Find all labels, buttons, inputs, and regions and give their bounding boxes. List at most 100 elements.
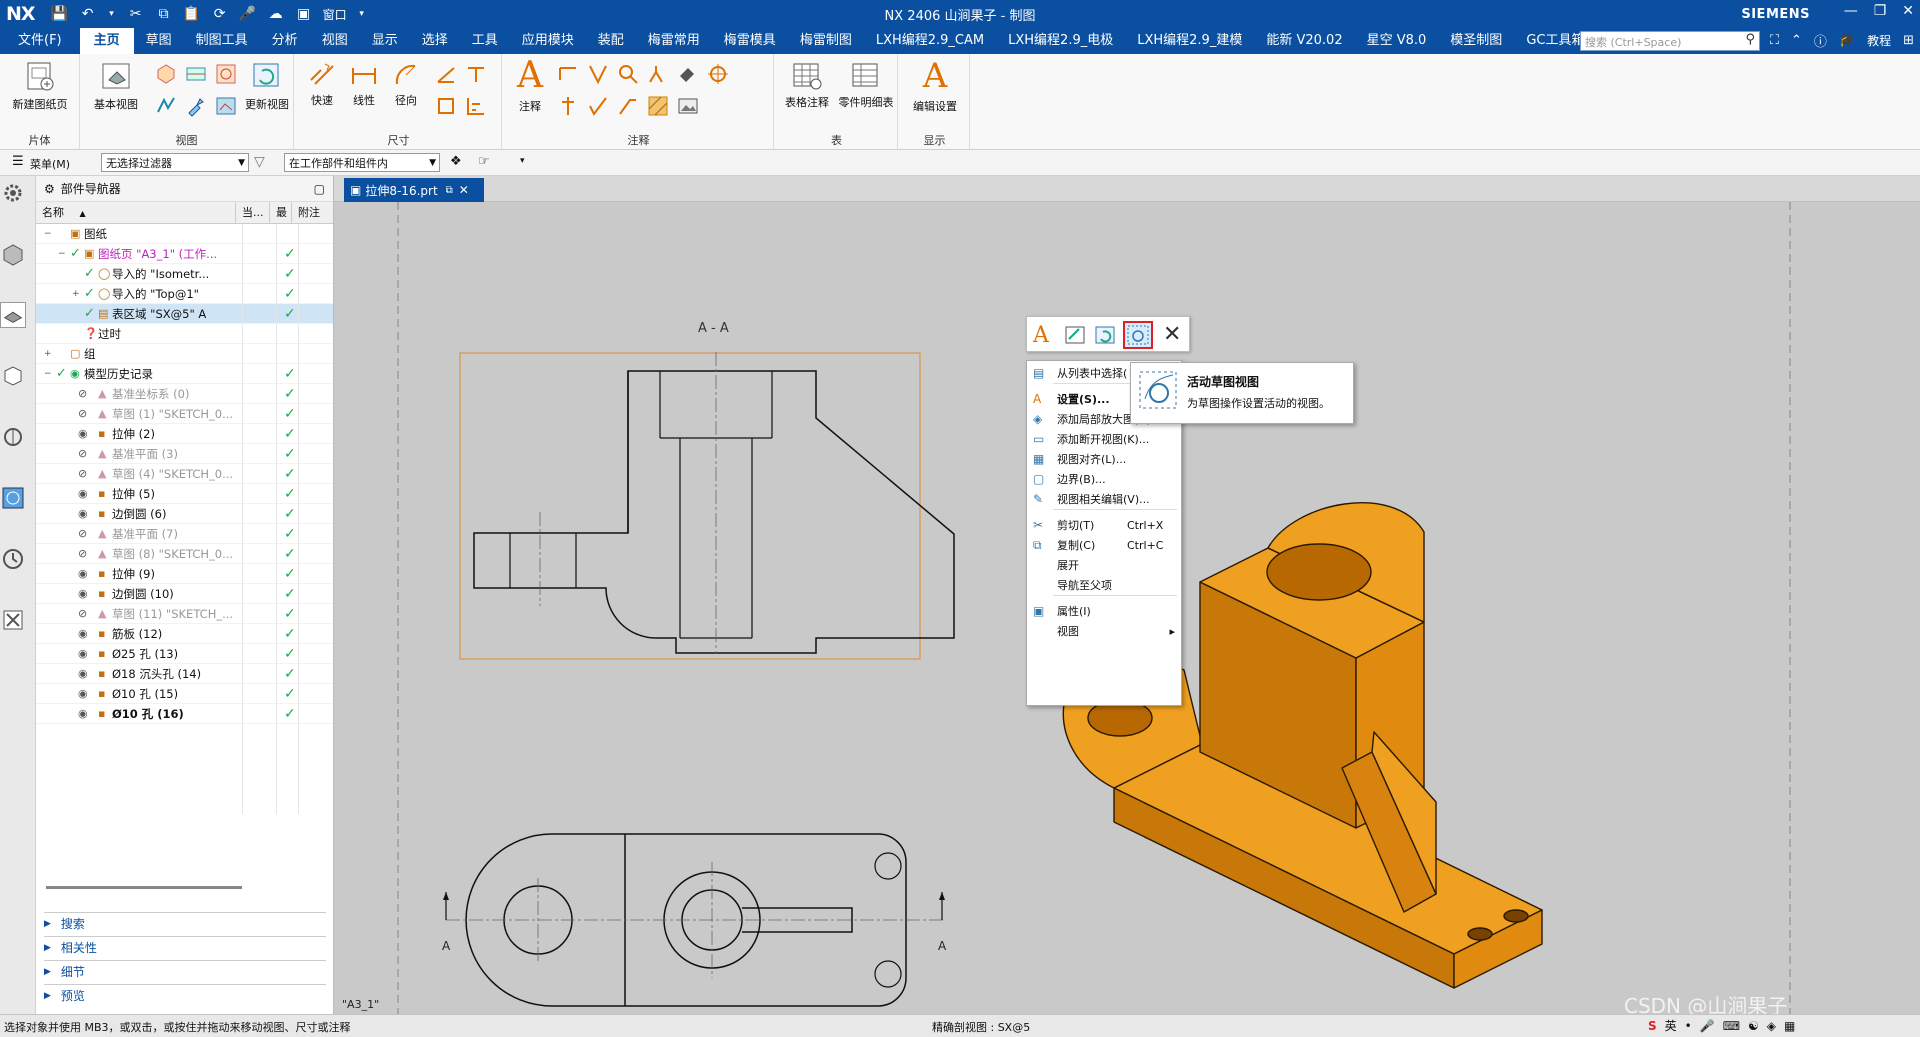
edit-settings-button[interactable]: A 编辑设置	[906, 56, 964, 114]
tree-row[interactable]: ◉ ▪ 拉伸 (9) ✓	[36, 564, 333, 584]
tree-row[interactable]: ❓ 过时	[36, 324, 333, 344]
select-object-icon[interactable]: ☞	[478, 154, 490, 169]
eye-icon[interactable]: ◉	[78, 567, 88, 580]
horizontal-scrollbar[interactable]	[46, 886, 242, 889]
column-latest[interactable]: 最	[270, 201, 292, 224]
ctx-item-cut[interactable]: ✂ 剪切(T) Ctrl+X	[1027, 515, 1181, 535]
menu-applications[interactable]: 应用模块	[510, 28, 586, 54]
eye-icon[interactable]: ◉	[78, 587, 88, 600]
linear-dimension-button[interactable]: 线性	[344, 60, 384, 108]
filter-icon[interactable]: ▽	[254, 154, 265, 170]
broken-out-section-icon[interactable]	[214, 94, 238, 118]
image-icon[interactable]	[676, 94, 700, 118]
section-view-a-a[interactable]: A - A	[459, 321, 955, 660]
chevron-down-icon[interactable]: ▾	[520, 156, 525, 166]
hidden-eye-icon[interactable]: ⊘	[78, 547, 87, 560]
hatch-icon[interactable]	[646, 94, 670, 118]
hamburger-icon[interactable]: ☰	[12, 154, 24, 169]
symbol-annotation-icon[interactable]	[646, 62, 670, 86]
cut-icon[interactable]: ✂	[127, 6, 145, 22]
surface-finish-icon[interactable]	[586, 94, 610, 118]
weld-symbol-icon[interactable]	[556, 94, 580, 118]
menu-view[interactable]: 视图	[310, 28, 360, 54]
close-tab-icon[interactable]: ✕	[459, 183, 469, 197]
microphone-icon[interactable]: 🎤	[1700, 1019, 1715, 1033]
copy-icon[interactable]: ⧉	[155, 6, 173, 22]
tree-row[interactable]: − ▣ 图纸	[36, 224, 333, 244]
tree-row[interactable]: ⊘ ▲ 草图 (8) "SKETCH_0... ✓	[36, 544, 333, 564]
rapid-dimension-button[interactable]: 快速	[302, 60, 342, 108]
tree-row[interactable]: ⊘ ▲ 草图 (4) "SKETCH_0... ✓	[36, 464, 333, 484]
ctx-item-view-alignment[interactable]: ▦ 视图对齐(L)...	[1027, 449, 1181, 469]
collapse-icon[interactable]: −	[44, 369, 52, 379]
repeat-command-icon[interactable]: ⟳	[211, 6, 229, 22]
expand-icon[interactable]: +	[72, 289, 80, 299]
target-point-icon[interactable]	[616, 94, 640, 118]
ctx-item-properties[interactable]: ▣ 属性(I)	[1027, 601, 1181, 621]
collapse-icon[interactable]: −	[44, 229, 52, 239]
eye-icon[interactable]: ◉	[78, 427, 88, 440]
reuse-library-icon[interactable]	[0, 424, 26, 450]
ime-language[interactable]: 英	[1665, 1017, 1677, 1034]
settings-annotation-icon[interactable]: A	[1033, 323, 1049, 348]
tree-row[interactable]: ⊘ ▲ 基准平面 (3) ✓	[36, 444, 333, 464]
menu-lxh-electrode[interactable]: LXH编程2.9_电极	[996, 28, 1125, 54]
column-notes[interactable]: 附注	[292, 202, 328, 224]
datum-target-icon[interactable]	[616, 62, 640, 86]
tree-row[interactable]: ✓ ▤ 表区域 "SX@5" A ✓	[36, 304, 333, 324]
collapse-ribbon-icon[interactable]: ⌃	[1791, 33, 1802, 48]
center-mark-icon[interactable]	[706, 62, 730, 86]
accordion-preview[interactable]: ▶ 预览	[44, 984, 326, 1006]
eye-icon[interactable]: ◉	[78, 667, 88, 680]
tree-row[interactable]: ◉ ▪ 筋板 (12) ✓	[36, 624, 333, 644]
tree-row[interactable]: + ✓ ◯ 导入的 "Top@1" ✓	[36, 284, 333, 304]
note-button[interactable]: A 注释	[510, 56, 550, 114]
accordion-details[interactable]: ▶ 细节	[44, 960, 326, 982]
help-icon[interactable]: ⓘ	[1814, 31, 1827, 50]
tree-row[interactable]: ⊘ ▲ 草图 (11) "SKETCH_... ✓	[36, 604, 333, 624]
minimize-icon[interactable]: —	[1844, 3, 1858, 19]
touch-mode-icon[interactable]: ☁	[267, 6, 285, 22]
menu-display[interactable]: 显示	[360, 28, 410, 54]
thickness-dimension-icon[interactable]	[434, 94, 458, 118]
ctx-item-view[interactable]: 视图 ▸	[1027, 621, 1181, 641]
view-creation-wizard-icon[interactable]	[184, 94, 208, 118]
tree-row[interactable]: − ✓ ◉ 模型历史记录 ✓	[36, 364, 333, 384]
collapse-icon[interactable]: −	[58, 249, 66, 259]
pop-out-icon[interactable]: ⧉	[446, 185, 453, 196]
customize-qa-icon[interactable]: ▾	[357, 9, 367, 19]
chevron-down-icon[interactable]: ▾	[107, 9, 117, 19]
close-icon[interactable]: ✕	[1163, 322, 1181, 347]
keyboard-icon[interactable]: ⌨	[1723, 1019, 1740, 1033]
shirt-icon[interactable]: ◈	[1767, 1019, 1776, 1033]
tree-row[interactable]: ◉ ▪ Ø10 孔 (15) ✓	[36, 684, 333, 704]
detail-view-icon[interactable]	[214, 62, 238, 86]
restore-icon[interactable]: ❐	[1874, 3, 1887, 19]
settings-icon[interactable]: ⊞	[1903, 33, 1914, 48]
ordinate-dimension-icon[interactable]	[464, 94, 488, 118]
update-view-icon[interactable]	[1093, 323, 1117, 347]
grid-menu-icon[interactable]: ▦	[1784, 1019, 1795, 1033]
eye-icon[interactable]: ◉	[78, 647, 88, 660]
tree-row[interactable]: ⊘ ▲ 基准坐标系 (0) ✓	[36, 384, 333, 404]
eye-icon[interactable]: ◉	[78, 687, 88, 700]
selection-scope-dropdown[interactable]: 在工作部件和组件内 ▼	[284, 153, 440, 172]
section-view-icon[interactable]	[184, 62, 208, 86]
parts-list-button[interactable]: 零件明细表	[836, 60, 896, 110]
tree-row[interactable]: ◉ ▪ 拉伸 (5) ✓	[36, 484, 333, 504]
microphone-icon[interactable]: 🎤	[239, 6, 257, 22]
web-browser-icon[interactable]	[0, 485, 26, 511]
menu-lxh-cam[interactable]: LXH编程2.9_CAM	[864, 28, 996, 54]
edit-view-icon[interactable]	[1063, 323, 1087, 347]
command-search-input[interactable]: 搜索 (Ctrl+Space) ⚲	[1580, 31, 1760, 51]
menu-tools[interactable]: 工具	[460, 28, 510, 54]
tree-row[interactable]: ◉ ▪ Ø18 沉头孔 (14) ✓	[36, 664, 333, 684]
hidden-eye-icon[interactable]: ⊘	[78, 447, 87, 460]
graphics-window[interactable]: A - A A A "A3_1" A ✕ ▤ 从列表中选择(A 设置(S)..…	[334, 202, 1920, 1014]
tree-row[interactable]: ◉ ▪ Ø25 孔 (13) ✓	[36, 644, 333, 664]
hidden-eye-icon[interactable]: ⊘	[78, 407, 87, 420]
tree-row[interactable]: − ✓ ▣ 图纸页 "A3_1" (工作... ✓	[36, 244, 333, 264]
snap-point-icon[interactable]: ❖	[450, 154, 462, 169]
menu-meilei-mold[interactable]: 梅雷模具	[712, 28, 788, 54]
menu-nengxin[interactable]: 能新 V20.02	[1254, 28, 1354, 54]
